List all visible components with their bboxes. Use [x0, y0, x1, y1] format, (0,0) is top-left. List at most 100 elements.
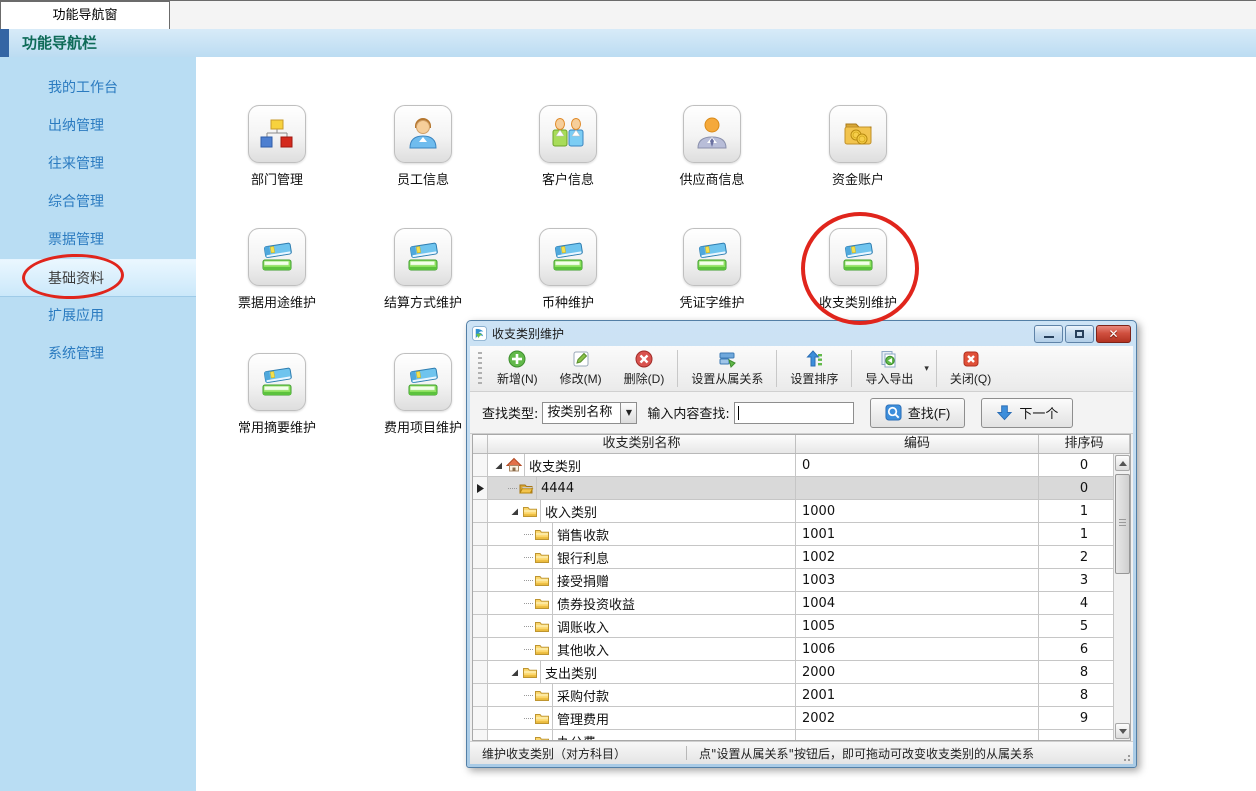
table-row-2[interactable]: 收入类别 1000 1 — [473, 500, 1130, 523]
vertical-scrollbar[interactable] — [1113, 454, 1130, 740]
launcher-icon-button[interactable] — [394, 105, 452, 163]
scrollbar-thumb[interactable] — [1115, 474, 1130, 574]
sidebar-item-3[interactable]: 综合管理 — [0, 183, 196, 221]
combo-dropdown-button[interactable]: ▼ — [620, 402, 637, 424]
column-header-sort[interactable]: 排序码 — [1039, 435, 1130, 453]
launcher-icon-button[interactable] — [539, 105, 597, 163]
row-selector-cell[interactable] — [473, 454, 488, 476]
minimize-button[interactable] — [1034, 325, 1063, 343]
row-code-cell[interactable]: 1005 — [796, 615, 1039, 637]
row-code-cell[interactable]: 1004 — [796, 592, 1039, 614]
row-name-cell[interactable]: 销售收款 — [488, 523, 796, 545]
toolbar-button-6[interactable]: 关闭(Q) — [939, 346, 1002, 391]
launcher-icon-button[interactable] — [394, 353, 452, 411]
row-code-cell[interactable] — [796, 730, 1039, 740]
row-name-cell[interactable]: 其他收入 — [488, 638, 796, 660]
next-button[interactable]: 下一个 — [981, 398, 1073, 428]
scroll-down-button[interactable] — [1115, 723, 1130, 739]
row-name-cell[interactable]: 管理费用 — [488, 707, 796, 729]
launcher-item[interactable]: 供应商信息 — [652, 105, 772, 188]
launcher-icon-button[interactable] — [683, 105, 741, 163]
row-selector-cell[interactable] — [473, 615, 488, 637]
launcher-item[interactable]: 常用摘要维护 — [217, 353, 337, 436]
toolbar-grip[interactable] — [478, 352, 482, 385]
tree-expander-icon[interactable] — [510, 668, 519, 677]
row-code-cell[interactable]: 1006 — [796, 638, 1039, 660]
row-selector-cell[interactable] — [473, 730, 488, 740]
maximize-button[interactable] — [1065, 325, 1094, 343]
row-name-cell[interactable]: 银行利息 — [488, 546, 796, 568]
table-row-12[interactable]: 办公费 — [473, 730, 1130, 740]
table-row-5[interactable]: 接受捐赠 1003 3 — [473, 569, 1130, 592]
row-code-cell[interactable]: 1001 — [796, 523, 1039, 545]
row-selector-cell[interactable] — [473, 500, 488, 522]
launcher-icon-button[interactable] — [394, 228, 452, 286]
tree-expander-icon[interactable] — [510, 507, 519, 516]
sidebar-item-7[interactable]: 系统管理 — [0, 335, 196, 373]
launcher-item[interactable]: 结算方式维护 — [363, 228, 483, 311]
launcher-icon-button[interactable] — [829, 105, 887, 163]
sidebar-item-0[interactable]: 我的工作台 — [0, 69, 196, 107]
table-row-6[interactable]: 债券投资收益 1004 4 — [473, 592, 1130, 615]
column-header-code[interactable]: 编码 — [796, 435, 1039, 453]
launcher-item[interactable]: 凭证字维护 — [652, 228, 772, 311]
row-name-cell[interactable]: 办公费 — [488, 730, 796, 740]
toolbar-button-4[interactable]: 设置排序 — [779, 346, 849, 391]
row-name-cell[interactable]: 收入类别 — [488, 500, 796, 522]
table-row-11[interactable]: 管理费用 2002 9 — [473, 707, 1130, 730]
row-code-cell[interactable]: 2001 — [796, 684, 1039, 706]
launcher-icon-button[interactable] — [248, 353, 306, 411]
row-selector-cell[interactable] — [473, 523, 488, 545]
row-selector-cell[interactable] — [473, 546, 488, 568]
search-type-combobox[interactable]: 按类别名称 ▼ — [542, 402, 637, 424]
row-selector-cell[interactable] — [473, 477, 488, 499]
sidebar-item-4[interactable]: 票据管理 — [0, 221, 196, 259]
launcher-icon-button[interactable] — [248, 105, 306, 163]
table-row-1[interactable]: 4444 0 — [473, 477, 1130, 500]
row-selector-cell[interactable] — [473, 569, 488, 591]
import-export-dropdown-button[interactable]: ▾ — [924, 346, 934, 391]
row-code-cell[interactable]: 1003 — [796, 569, 1039, 591]
row-name-cell[interactable]: 接受捐赠 — [488, 569, 796, 591]
toolbar-button-0[interactable]: 新增(N) — [486, 346, 549, 391]
close-button[interactable]: ✕ — [1096, 325, 1131, 343]
column-header-name[interactable]: 收支类别名称 — [488, 435, 796, 453]
row-code-cell[interactable] — [796, 477, 1039, 499]
search-input[interactable] — [734, 402, 854, 424]
launcher-icon-button[interactable] — [829, 228, 887, 286]
find-button[interactable]: 查找(F) — [870, 398, 966, 428]
launcher-item[interactable]: 票据用途维护 — [217, 228, 337, 311]
launcher-icon-button[interactable] — [248, 228, 306, 286]
table-row-9[interactable]: 支出类别 2000 8 — [473, 661, 1130, 684]
row-name-cell[interactable]: 采购付款 — [488, 684, 796, 706]
launcher-item[interactable]: 资金账户 — [798, 105, 918, 188]
dialog-titlebar[interactable]: 收支类别维护 ✕ — [467, 321, 1136, 346]
table-row-10[interactable]: 采购付款 2001 8 — [473, 684, 1130, 707]
table-row-4[interactable]: 银行利息 1002 2 — [473, 546, 1130, 569]
launcher-icon-button[interactable] — [683, 228, 741, 286]
row-code-cell[interactable]: 1000 — [796, 500, 1039, 522]
table-row-7[interactable]: 调账收入 1005 5 — [473, 615, 1130, 638]
resize-grip[interactable] — [1120, 751, 1130, 761]
launcher-item[interactable]: 收支类别维护 — [798, 228, 918, 311]
table-row-0[interactable]: 收支类别 0 0 — [473, 454, 1130, 477]
toolbar-button-3[interactable]: 设置从属关系 — [680, 346, 774, 391]
launcher-item[interactable]: 客户信息 — [508, 105, 628, 188]
row-name-cell[interactable]: 4444 — [488, 477, 796, 499]
row-code-cell[interactable]: 2002 — [796, 707, 1039, 729]
row-selector-cell[interactable] — [473, 638, 488, 660]
row-selector-cell[interactable] — [473, 684, 488, 706]
row-name-cell[interactable]: 支出类别 — [488, 661, 796, 683]
sidebar-item-6[interactable]: 扩展应用 — [0, 297, 196, 335]
row-selector-cell[interactable] — [473, 707, 488, 729]
table-row-3[interactable]: 销售收款 1001 1 — [473, 523, 1130, 546]
search-type-value[interactable]: 按类别名称 — [542, 402, 620, 424]
row-name-cell[interactable]: 债券投资收益 — [488, 592, 796, 614]
launcher-icon-button[interactable] — [539, 228, 597, 286]
row-name-cell[interactable]: 调账收入 — [488, 615, 796, 637]
row-code-cell[interactable]: 1002 — [796, 546, 1039, 568]
launcher-item[interactable]: 员工信息 — [363, 105, 483, 188]
tab-function-nav[interactable]: 功能导航窗 — [0, 1, 170, 30]
row-code-cell[interactable]: 0 — [796, 454, 1039, 476]
scroll-up-button[interactable] — [1115, 455, 1130, 471]
